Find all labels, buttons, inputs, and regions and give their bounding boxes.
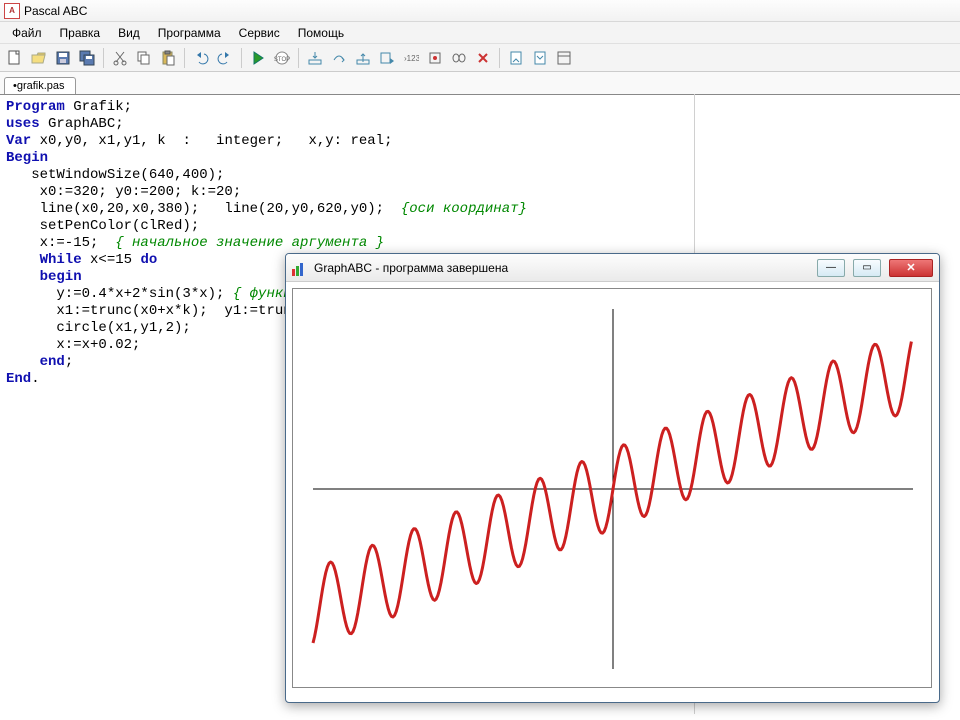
minimize-button[interactable]: — [817,259,845,277]
compile-icon[interactable] [505,47,527,69]
new-file-icon[interactable] [4,47,26,69]
goto-line-icon[interactable]: ›123 [400,47,422,69]
code-text: ; [65,354,73,370]
kw-end: End [6,371,31,387]
code-text: . [31,371,39,387]
watch-icon[interactable] [448,47,470,69]
toolbar-separator [103,48,104,68]
menu-service[interactable]: Сервис [231,24,288,42]
app-title: Pascal ABC [24,4,87,18]
graph-titlebar[interactable]: GraphABC - программа завершена — ▭ ✕ [286,254,939,282]
toolbar-separator [184,48,185,68]
title-bar: A Pascal ABC [0,0,960,22]
menu-edit[interactable]: Правка [52,24,109,42]
redo-icon[interactable] [214,47,236,69]
build-icon[interactable] [529,47,551,69]
save-all-icon[interactable] [76,47,98,69]
clear-icon[interactable] [472,47,494,69]
undo-icon[interactable] [190,47,212,69]
step-into-icon[interactable] [304,47,326,69]
stop-icon[interactable]: STOP [271,47,293,69]
copy-icon[interactable] [133,47,155,69]
step-out-icon[interactable] [352,47,374,69]
kw-uses: uses [6,116,40,132]
kw-end-inner: end [6,354,65,370]
kw-var: Var [6,133,31,149]
graph-canvas [292,288,932,688]
save-icon[interactable] [52,47,74,69]
run-to-cursor-icon[interactable] [376,47,398,69]
app-icon: A [4,3,20,19]
maximize-button[interactable]: ▭ [853,259,881,277]
svg-text:›123: ›123 [404,54,419,63]
tab-grafik[interactable]: •grafik.pas [4,77,76,94]
code-text: x:=x+0.02; [6,337,140,353]
paste-icon[interactable] [157,47,179,69]
toolbar-separator [241,48,242,68]
plot-svg [293,289,933,689]
open-file-icon[interactable] [28,47,50,69]
svg-text:STOP: STOP [274,57,290,63]
close-button[interactable]: ✕ [889,259,933,277]
code-text: GraphABC; [40,116,124,132]
graph-app-icon [292,260,308,276]
menu-program[interactable]: Программа [150,24,229,42]
code-text: setWindowSize(640,400); [6,167,224,183]
menu-view[interactable]: Вид [110,24,148,42]
cut-icon[interactable] [109,47,131,69]
toolbar: STOP ›123 [0,44,960,72]
step-over-icon[interactable] [328,47,350,69]
kw-begin-inner: begin [6,269,82,285]
kw-program: Program [6,99,65,115]
kw-do: do [140,252,157,268]
code-text: line(x0,20,x0,380); line(20,y0,620,y0); [6,201,401,217]
run-icon[interactable] [247,47,269,69]
comment: { функц [233,286,292,302]
kw-begin: Begin [6,150,48,166]
toolbar-separator [298,48,299,68]
toolbar-separator [499,48,500,68]
code-text: x1:=trunc(x0+x*k); y1:=trunc [6,303,300,319]
code-text: x:=-15; [6,235,115,251]
code-text: x0:=320; y0:=200; k:=20; [6,184,241,200]
kw-while: While [6,252,82,268]
menu-help[interactable]: Помощь [290,24,352,42]
comment: { начальное значение аргумента } [115,235,384,251]
code-text: circle(x1,y1,2); [6,320,191,336]
code-text: Grafik; [65,99,132,115]
menu-file[interactable]: Файл [4,24,50,42]
code-text: x0,y0, x1,y1, k : integer; x,y: real; [31,133,392,149]
code-text: y:=0.4*x+2*sin(3*x); [6,286,233,302]
graph-window-title: GraphABC - программа завершена [314,261,809,275]
graph-output-window[interactable]: GraphABC - программа завершена — ▭ ✕ [285,253,940,703]
comment: {оси координат} [401,201,527,217]
code-text: setPenColor(clRed); [6,218,199,234]
menu-bar: Файл Правка Вид Программа Сервис Помощь [0,22,960,44]
options-icon[interactable] [553,47,575,69]
code-text: x<=15 [82,252,141,268]
breakpoint-icon[interactable] [424,47,446,69]
editor-tabs: •grafik.pas [0,72,960,94]
